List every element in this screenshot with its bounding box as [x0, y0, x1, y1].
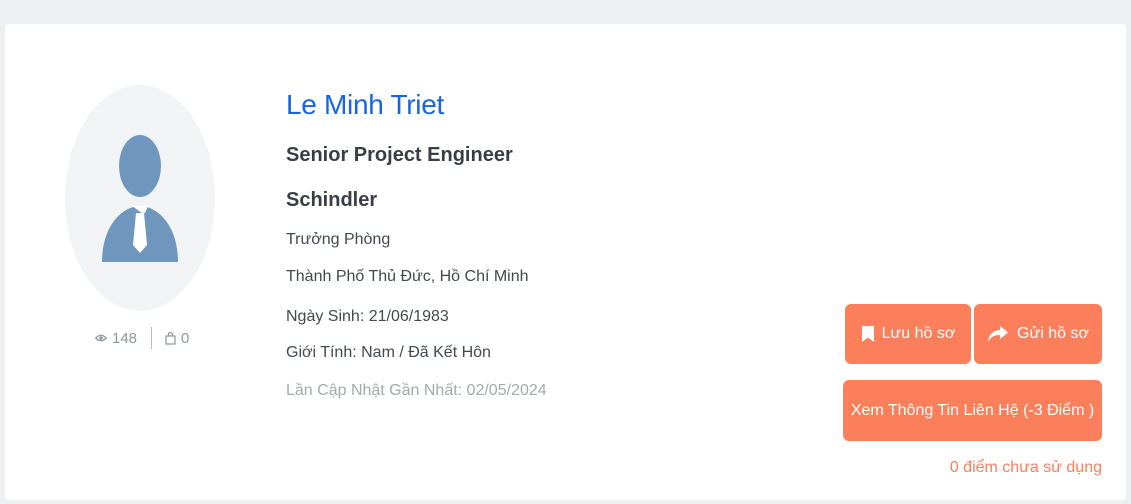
location: Thành Phố Thủ Đức, Hồ Chí Minh	[286, 268, 529, 285]
gender-marital-status: Giới Tính: Nam / Đã Kết Hôn	[286, 344, 491, 361]
company-name: Schindler	[286, 189, 378, 211]
send-profile-button[interactable]: Gửi hồ sơ	[974, 304, 1102, 364]
stats-divider	[151, 327, 153, 349]
views-count: 148	[112, 329, 138, 347]
unused-points-note: 0 điểm chưa sử dụng	[949, 459, 1102, 476]
send-profile-label: Gửi hồ sơ	[1017, 325, 1089, 342]
job-title: Senior Project Engineer	[286, 144, 513, 166]
birthday: Ngày Sinh: 21/06/1983	[286, 308, 449, 325]
saves-count: 0	[181, 329, 190, 347]
last-updated: Lần Cập Nhật Gần Nhất: 02/05/2024	[286, 382, 547, 399]
avatar	[65, 85, 215, 311]
candidate-name-link[interactable]: Le Minh Triet	[286, 89, 444, 121]
share-arrow-icon	[988, 326, 1009, 342]
candidate-card: 148 0 Le Minh Triet Senior Project Engin…	[5, 24, 1126, 500]
saves-stat: 0	[165, 330, 189, 347]
view-contact-info-button[interactable]: Xem Thông Tin Liên Hệ (-3 Điểm )	[843, 380, 1102, 441]
eye-icon	[95, 334, 107, 342]
save-profile-label: Lưu hồ sơ	[881, 325, 956, 342]
save-profile-button[interactable]: Lưu hồ sơ	[845, 304, 971, 364]
profile-stats: 148 0	[95, 327, 189, 349]
views-stat: 148	[95, 330, 137, 347]
user-avatar-icon	[102, 135, 178, 262]
bookmark-icon	[861, 326, 874, 342]
position-level: Trưởng Phòng	[286, 231, 391, 248]
bag-icon	[165, 331, 176, 345]
